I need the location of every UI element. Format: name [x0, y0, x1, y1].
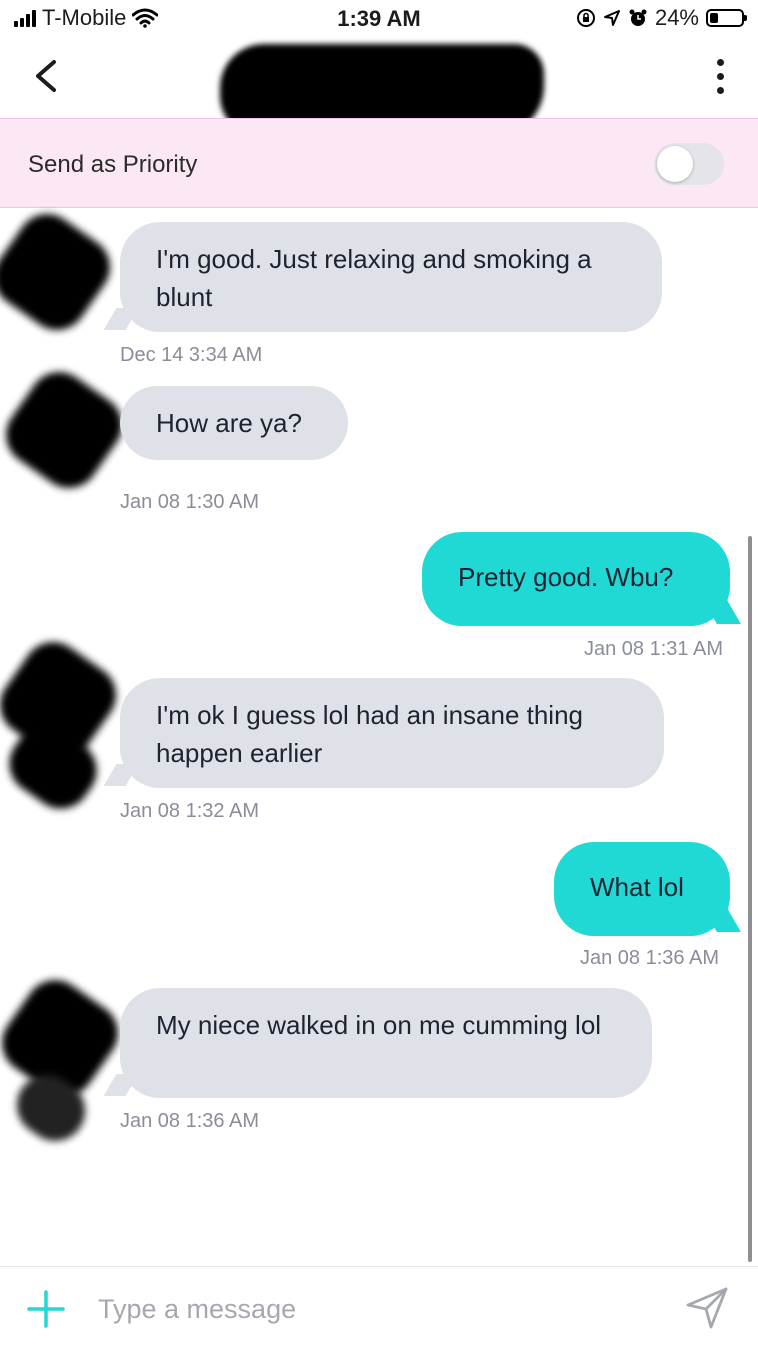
- message-text: I'm good. Just relaxing and smoking a bl…: [156, 244, 592, 312]
- battery-label: 24%: [654, 5, 699, 30]
- priority-bar: Send as Priority: [0, 118, 758, 208]
- back-button[interactable]: [26, 54, 70, 98]
- message-text: What lol: [590, 872, 684, 902]
- more-options-button[interactable]: [708, 54, 732, 98]
- message-text: Pretty good. Wbu?: [458, 562, 674, 592]
- alarm-icon: [629, 9, 647, 26]
- message-timestamp: Jan 08 1:30 AM: [120, 491, 259, 513]
- send-button[interactable]: [684, 1285, 730, 1331]
- message-text: How are ya?: [156, 408, 302, 438]
- rotation-lock-icon: [576, 9, 595, 27]
- message-bubble-outgoing[interactable]: Pretty good. Wbu?: [422, 532, 730, 626]
- message-input[interactable]: [98, 1289, 658, 1329]
- message-thread[interactable]: I'm good. Just relaxing and smoking a bl…: [0, 202, 758, 1266]
- status-right: 24%: [576, 5, 747, 31]
- message-timestamp: Jan 08 1:31 AM: [584, 638, 723, 660]
- message-text: I'm ok I guess lol had an insane thing h…: [156, 700, 584, 768]
- message-timestamp: Dec 14 3:34 AM: [120, 344, 263, 366]
- conversation-header: [0, 40, 758, 136]
- location-icon: [603, 10, 620, 26]
- plus-icon: [27, 1290, 65, 1328]
- message-bubble-incoming[interactable]: I'm good. Just relaxing and smoking a bl…: [120, 222, 662, 332]
- message-bubble-outgoing[interactable]: What lol: [554, 842, 730, 936]
- priority-toggle[interactable]: [654, 143, 724, 185]
- message-text: My niece walked in on me cumming lol: [156, 1010, 602, 1040]
- priority-label: Send as Priority: [28, 151, 198, 178]
- message-bubble-incoming[interactable]: I'm ok I guess lol had an insane thing h…: [120, 678, 664, 788]
- more-vertical-icon: [716, 58, 724, 66]
- status-bar: T-Mobile 1:39 AM 24%: [0, 0, 758, 40]
- message-bubble-incoming[interactable]: How are ya?: [120, 386, 348, 460]
- message-timestamp: Jan 08 1:32 AM: [120, 800, 259, 822]
- message-timestamp: Jan 08 1:36 AM: [120, 1110, 259, 1132]
- send-icon: [686, 1287, 728, 1329]
- battery-icon: [706, 9, 747, 27]
- add-attachment-button[interactable]: [26, 1289, 66, 1329]
- scrollbar[interactable]: [748, 536, 752, 1262]
- message-composer: [0, 1266, 758, 1349]
- message-timestamp: Jan 08 1:36 AM: [580, 947, 719, 969]
- avatar: [0, 360, 134, 500]
- toggle-knob: [657, 146, 693, 182]
- avatar: [0, 202, 122, 342]
- chevron-left-icon: [36, 60, 56, 92]
- message-bubble-incoming[interactable]: My niece walked in on me cumming lol: [120, 988, 652, 1098]
